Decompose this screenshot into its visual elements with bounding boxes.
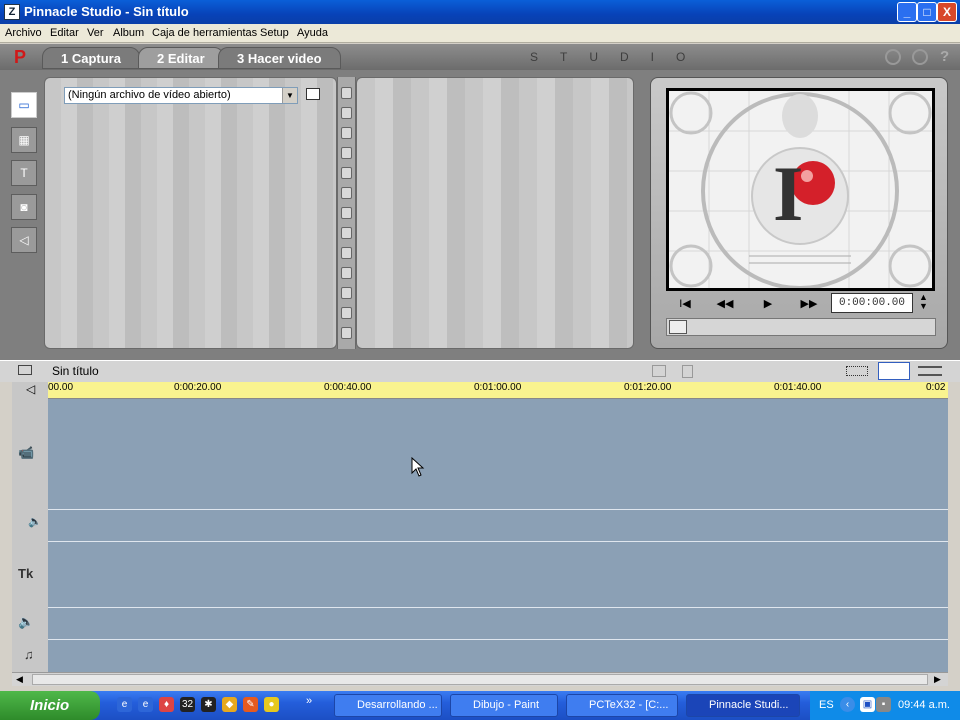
transitions-icon[interactable]: ▦ — [11, 127, 37, 153]
timeline-camera-icon[interactable] — [18, 365, 32, 375]
ruler-tick: 0:01:20.00 — [624, 382, 672, 393]
title-bar[interactable]: Z Pinnacle Studio - Sin título _ □ X — [0, 0, 960, 24]
project-name: Sin título — [52, 364, 99, 378]
menu-bar: Archivo Editar Ver Album Caja de herrami… — [0, 24, 960, 43]
time-ruler[interactable]: 00.00 0:00:20.00 0:00:40.00 0:01:00.00 0… — [48, 382, 948, 399]
tray-icon[interactable]: ‹ — [840, 697, 855, 712]
quick-launch-icon[interactable]: ♦ — [159, 697, 174, 712]
taskbar: Inicio e e ♦ 32 ✱ ◆ ✎ ● » Desarrollando … — [0, 691, 960, 720]
track-divider — [48, 639, 948, 640]
app-icon[interactable]: Z — [4, 4, 20, 20]
play-button[interactable]: ▶ — [755, 297, 781, 311]
redo-icon[interactable] — [912, 49, 928, 65]
studio-brand: STUDIO — [530, 50, 708, 64]
ruler-tick: 0:00:40.00 — [324, 382, 372, 393]
explorer-icon[interactable]: e — [138, 697, 153, 712]
language-indicator[interactable]: ES — [819, 699, 834, 711]
tray-icon[interactable]: ▣ — [860, 697, 875, 712]
timeline-tracks[interactable] — [48, 399, 948, 672]
ruler-tick: 00.00 — [48, 382, 74, 393]
timecode-display[interactable]: 0:00:00.00 — [831, 293, 913, 313]
ruler-tick: 0:00:20.00 — [174, 382, 222, 393]
tab-hacer-video[interactable]: 3 Hacer video — [218, 47, 341, 69]
tab-captura[interactable]: 1 Captura — [42, 47, 140, 69]
trash-icon[interactable] — [682, 365, 693, 378]
quick-launch-icon[interactable]: ✎ — [243, 697, 258, 712]
quick-launch-overflow[interactable]: » — [306, 695, 312, 707]
start-label: Inicio — [30, 697, 70, 714]
menu-ver[interactable]: Ver — [87, 27, 104, 39]
ruler-audio-icon[interactable]: ◁ — [26, 382, 35, 396]
quick-launch-icon[interactable]: ● — [264, 697, 279, 712]
ie-icon[interactable]: e — [117, 697, 132, 712]
split-clip-icon[interactable] — [652, 365, 666, 377]
video-file-select-value: (Ningún archivo de vídeo abierto) — [68, 89, 231, 101]
menu-archivo[interactable]: Archivo — [5, 27, 42, 39]
maximize-button[interactable]: □ — [917, 2, 937, 22]
fast-forward-button[interactable]: ▶▶ — [796, 297, 822, 311]
scroll-left-icon[interactable]: ◀ — [16, 674, 23, 685]
screen-letter: I — [773, 150, 804, 237]
photos-icon[interactable]: ◙ — [11, 194, 37, 220]
music-track-icon[interactable]: ♫ — [24, 647, 34, 662]
clock: 09:44 a.m. — [898, 699, 950, 711]
video-track-icon[interactable]: 📹 — [18, 445, 34, 461]
rewind-button[interactable]: ◀◀ — [712, 297, 738, 311]
scrollbar-thumb[interactable] — [32, 674, 928, 685]
scroll-right-icon[interactable]: ▶ — [934, 674, 941, 685]
ruler-tick: 0:02 — [926, 382, 946, 393]
timeline-scrollbar[interactable]: ◀ ▶ — [12, 672, 948, 686]
undo-icon[interactable] — [885, 49, 901, 65]
timecode-stepper[interactable]: ▲ ▼ — [919, 293, 928, 311]
album-left-page — [44, 77, 337, 349]
mode-tabs-bar: P 1 Captura 2 Editar 3 Hacer video STUDI… — [0, 44, 960, 70]
go-to-start-button[interactable]: I◀ — [672, 297, 698, 311]
system-tray: ES ‹ ▣ ▪ 09:44 a.m. — [810, 691, 960, 720]
window-title: Pinnacle Studio - Sin título — [24, 4, 189, 19]
preview-screen: I — [666, 88, 935, 291]
task-button[interactable]: PCTeX32 - [C:... — [566, 694, 678, 717]
menu-ayuda[interactable]: Ayuda — [297, 27, 328, 39]
task-button[interactable]: Dibujo - Paint — [450, 694, 558, 717]
task-button[interactable]: Pinnacle Studi... — [686, 694, 800, 717]
track-divider — [48, 509, 948, 510]
sound-effect-track-icon[interactable]: 🔈 — [18, 614, 34, 630]
track-divider — [48, 607, 948, 608]
start-button[interactable]: Inicio — [0, 691, 100, 720]
title-track-icon[interactable]: Tk — [18, 566, 33, 581]
mouse-cursor-icon — [411, 457, 425, 477]
titles-icon[interactable]: T — [11, 160, 37, 186]
pinnacle-logo-icon: P — [14, 47, 27, 67]
album-right-page — [356, 77, 634, 349]
minimize-button[interactable]: _ — [897, 2, 917, 22]
quick-launch-icon[interactable]: 32 — [180, 697, 195, 712]
ruler-tick: 0:01:40.00 — [774, 382, 822, 393]
task-button[interactable]: Desarrollando ... — [334, 694, 442, 717]
chevron-down-icon[interactable]: ▼ — [282, 88, 297, 103]
tab-editar[interactable]: 2 Editar — [138, 47, 224, 69]
video-file-select[interactable]: (Ningún archivo de vídeo abierto) ▼ — [64, 87, 298, 104]
timeline-header: Sin título — [0, 360, 960, 382]
menu-setup[interactable]: Setup — [260, 27, 289, 39]
sound-effects-icon[interactable]: ◁ — [11, 227, 37, 253]
audio-track-icon[interactable]: 🔈 — [28, 515, 42, 528]
menu-album[interactable]: Album — [113, 27, 144, 39]
menu-editar[interactable]: Editar — [50, 27, 79, 39]
timeline-view-icon[interactable] — [878, 362, 910, 380]
tray-icon[interactable]: ▪ — [876, 697, 891, 712]
ruler-tick: 0:01:00.00 — [474, 382, 522, 393]
storyboard-view-icon[interactable] — [846, 366, 868, 376]
folder-icon[interactable] — [306, 88, 320, 100]
quick-launch-icon[interactable]: ✱ — [201, 697, 216, 712]
help-icon[interactable]: ? — [940, 48, 949, 65]
close-button[interactable]: X — [937, 2, 957, 22]
quick-launch-icon[interactable]: ◆ — [222, 697, 237, 712]
scrubber-handle[interactable] — [669, 320, 687, 334]
text-view-icon[interactable] — [918, 366, 942, 376]
menu-caja-herramientas[interactable]: Caja de herramientas — [152, 27, 257, 39]
scrubber-bar[interactable] — [666, 318, 936, 336]
track-divider — [48, 541, 948, 542]
video-camera-icon[interactable]: ▭ — [11, 92, 37, 118]
album-spine — [337, 77, 356, 349]
